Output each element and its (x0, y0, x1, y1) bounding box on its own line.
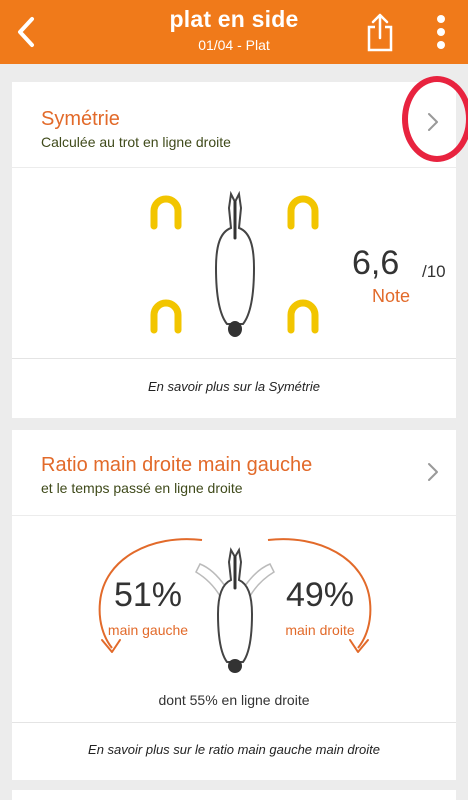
horseshoe-icon (287, 195, 319, 230)
share-button[interactable] (360, 8, 400, 56)
ratio-subtitle: et le temps passé en ligne droite (41, 480, 243, 496)
symmetry-learn-more-link[interactable]: En savoir plus sur la Symétrie (12, 358, 456, 418)
chevron-right-icon (428, 463, 438, 481)
ratio-card: Ratio main droite main gauche et le temp… (12, 430, 456, 780)
left-rein-label: main gauche (107, 622, 189, 638)
horseshoe-icon (150, 195, 182, 230)
next-card-edge (12, 790, 456, 800)
highlight-annotation (402, 76, 468, 162)
symmetry-title: Symétrie (41, 108, 120, 130)
horse-top-view-icon (214, 190, 256, 337)
straight-line-note: dont 55% en ligne droite (158, 692, 310, 708)
more-options-button[interactable] (424, 8, 458, 56)
right-rein-label: main droite (285, 622, 355, 638)
ratio-card-header[interactable]: Ratio main droite main gauche et le temp… (12, 430, 456, 516)
symmetry-subtitle: Calculée au trot en ligne droite (41, 134, 231, 150)
horseshoe-icon (287, 299, 319, 334)
ratio-learn-more-link[interactable]: En savoir plus sur le ratio main gauche … (12, 722, 456, 780)
symmetry-card-header[interactable]: Symétrie Calculée au trot en ligne droit… (12, 82, 456, 168)
more-vertical-icon (437, 15, 445, 49)
symmetry-score: 6,6 (352, 244, 400, 282)
left-rein-percent: 51% (113, 576, 183, 614)
horse-top-view-icon (195, 547, 275, 673)
symmetry-score-label: Note (372, 286, 411, 306)
right-rein-percent: 49% (285, 576, 355, 614)
ratio-details-button[interactable] (424, 460, 442, 484)
ratio-title: Ratio main droite main gauche (41, 454, 313, 476)
symmetry-card: Symétrie Calculée au trot en ligne droit… (12, 82, 456, 418)
share-icon (367, 13, 393, 52)
ratio-body: 51% main gauche 49% main droite dont 55%… (12, 516, 456, 780)
top-app-bar: plat en side 01/04 - Plat (0, 0, 468, 64)
symmetry-body: 6,6 /10 Note En savoir plus sur la Symét… (12, 168, 456, 418)
symmetry-score-max: /10 (422, 262, 446, 281)
horseshoe-icon (150, 299, 182, 334)
